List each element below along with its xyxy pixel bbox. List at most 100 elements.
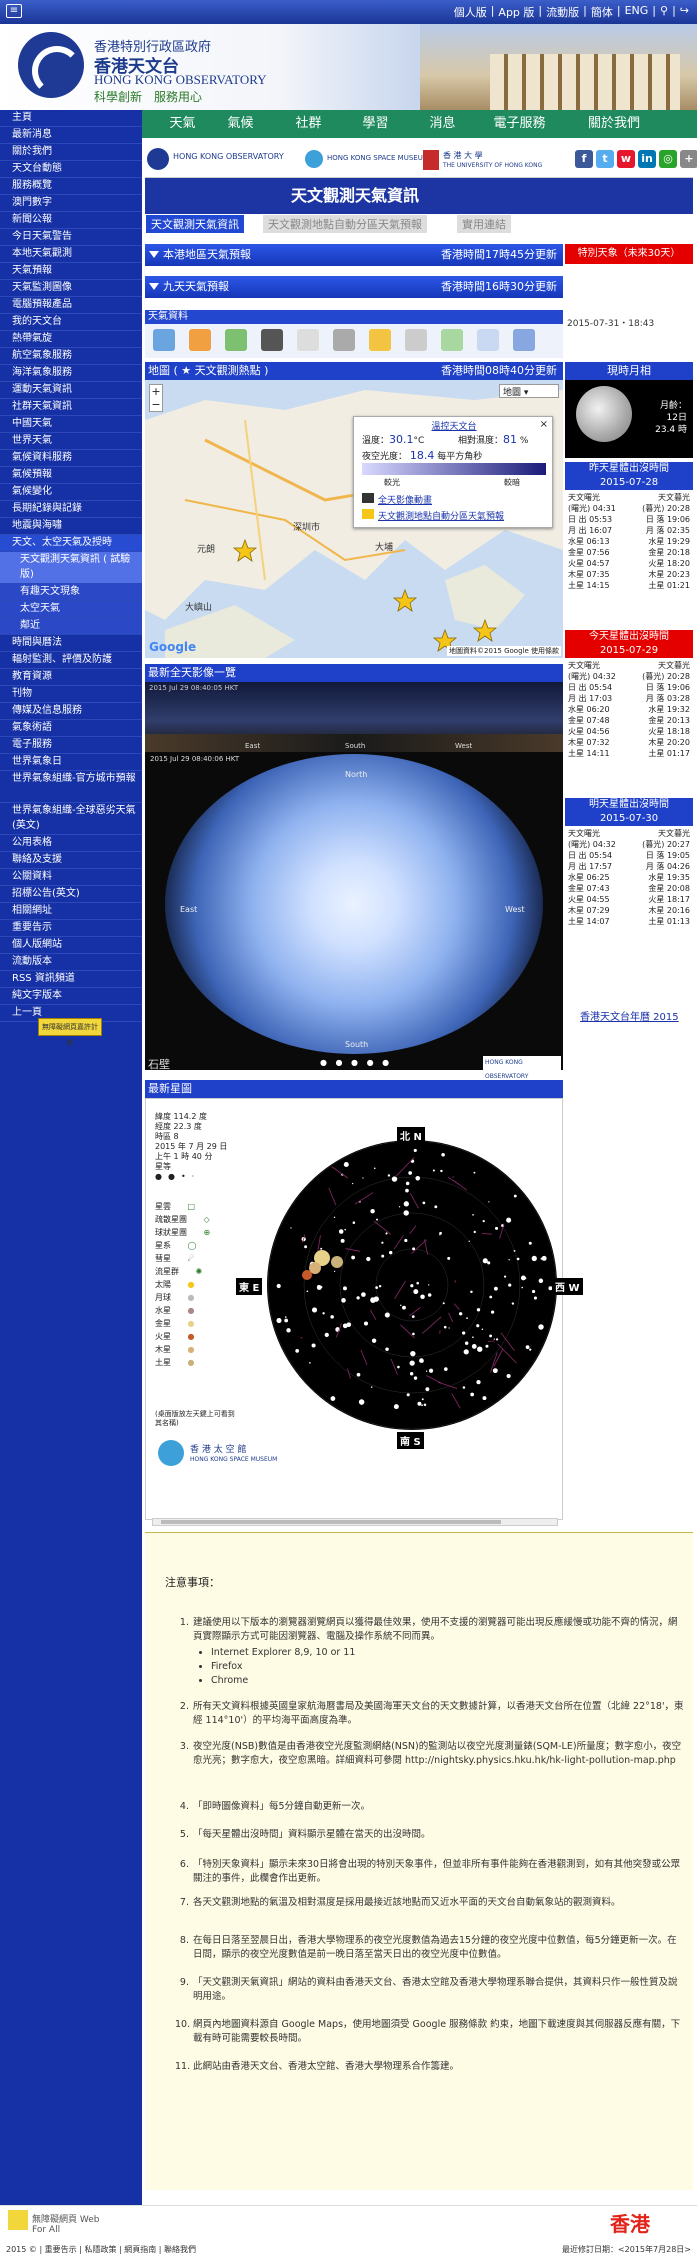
sidebar-item[interactable]: 天文台動態 — [0, 161, 142, 178]
nav-news[interactable]: 消息 — [410, 110, 475, 138]
allsky-panorama[interactable]: 2015 Jul 29 08:40:05 HKT East South West — [145, 682, 563, 752]
more-share-icon[interactable]: + — [680, 150, 697, 168]
sidebar-item[interactable]: 關於我們 — [0, 144, 142, 161]
sidebar-item[interactable]: 天文、太空天氣及授時 — [0, 535, 142, 552]
tide-icon[interactable] — [477, 329, 499, 351]
sidebar-item[interactable]: 電腦預報產品 — [0, 297, 142, 314]
sidebar-item[interactable]: 世界氣象日 — [0, 754, 142, 771]
menu-icon[interactable]: ≡ — [6, 4, 22, 18]
sidebar-item[interactable]: 氣候預報 — [0, 467, 142, 484]
map-type-dropdown[interactable]: 地圖 ▾ — [499, 384, 559, 398]
sidebar-item[interactable]: 世界氣象組織-全球惡劣天氣(英文) — [0, 803, 142, 835]
partner-space-museum[interactable]: HONG KONG SPACE MUSEUM — [327, 154, 429, 162]
weather-camera-icon[interactable] — [405, 329, 427, 351]
sidebar-item[interactable]: 重要告示 — [0, 920, 142, 937]
calendar-link[interactable]: 香港天文台年曆 2015 — [580, 1008, 679, 1023]
site-forecast-link[interactable]: 天文觀測地點自動分區天氣預報 — [378, 509, 504, 522]
nav-climate[interactable]: 氣候 — [208, 110, 273, 138]
sidebar-item[interactable]: 我的天文台 — [0, 314, 142, 331]
sidebar-item[interactable]: 航空氣象服務 — [0, 348, 142, 365]
sidebar-item[interactable]: 海洋氣象服務 — [0, 365, 142, 382]
zoom-control[interactable]: + − — [149, 384, 163, 412]
wechat-icon[interactable]: ◎ — [659, 150, 677, 168]
map-copyright[interactable]: 地圖資料©2015 Google 使用條款 — [447, 646, 561, 656]
sidebar-item[interactable]: 有趣天文現象 — [0, 584, 142, 601]
sidebar-item[interactable]: 傳媒及信息服務 — [0, 703, 142, 720]
link-personal[interactable]: 個人版 — [454, 4, 487, 20]
partner-hku[interactable]: 香 港 大 學 — [443, 150, 483, 161]
sidebar-item[interactable]: 天文觀測天氣資訊 ( 試驗版) — [0, 552, 142, 584]
sidebar-item[interactable]: 流動版本 — [0, 954, 142, 971]
sidebar-item[interactable]: 天氣監測圖像 — [0, 280, 142, 297]
tab-site-forecast[interactable]: 天文觀測地點自動分區天氣預報 — [262, 214, 428, 234]
sidebar-item[interactable]: 主頁 — [0, 110, 142, 127]
linkedin-icon[interactable]: in — [638, 150, 656, 168]
popup-title[interactable]: 溫控天文台 — [354, 419, 554, 432]
sidebar-item[interactable]: 氣象術語 — [0, 720, 142, 737]
sidebar-item[interactable]: 公用表格 — [0, 835, 142, 852]
sidebar-item[interactable]: 個人版網站 — [0, 937, 142, 954]
nav-weather[interactable]: 天氣 — [150, 110, 215, 138]
sidebar-item[interactable]: 天氣預報 — [0, 263, 142, 280]
sidebar-item[interactable]: 地震與海嘯 — [0, 518, 142, 535]
camera-icon[interactable] — [333, 329, 355, 351]
uv-icon[interactable] — [369, 329, 391, 351]
sidebar-item[interactable]: RSS 資訊頻道 — [0, 971, 142, 988]
share-icon[interactable]: ↪ — [680, 4, 689, 20]
sidebar-item[interactable]: 長期紀錄與記錄 — [0, 501, 142, 518]
sea-temp-icon[interactable] — [513, 329, 535, 351]
tab-astro-weather[interactable]: 天文觀測天氣資訊 — [145, 214, 245, 234]
sidebar-item[interactable]: 服務概覽 — [0, 178, 142, 195]
hko-logo[interactable] — [18, 32, 84, 98]
sidebar-item[interactable]: 輻射監測、評價及防護 — [0, 652, 142, 669]
sidebar-item[interactable]: 本地天氣觀測 — [0, 246, 142, 263]
nav-learning[interactable]: 學習 — [343, 110, 408, 138]
link-english[interactable]: ENG — [625, 4, 649, 20]
sidebar-item[interactable]: 招標公告(英文) — [0, 886, 142, 903]
sidebar-item[interactable]: 刊物 — [0, 686, 142, 703]
footer-links[interactable]: 2015 © | 重要告示 | 私隱政策 | 網頁指南 | 聯絡我們 — [6, 2244, 196, 2255]
lightning-icon[interactable] — [261, 329, 283, 351]
allsky-animation-link[interactable]: 全天影像動畫 — [378, 493, 432, 506]
sidebar-item[interactable]: 氣候資料服務 — [0, 450, 142, 467]
nav-community[interactable]: 社群 — [276, 110, 341, 138]
tab-useful-links[interactable]: 實用連結 — [456, 214, 512, 234]
sidebar-item[interactable]: 相關網址 — [0, 903, 142, 920]
sidebar-item[interactable]: 新聞公報 — [0, 212, 142, 229]
sidebar-item[interactable]: 世界天氣 — [0, 433, 142, 450]
sidebar-item[interactable]: 氣候變化 — [0, 484, 142, 501]
sidebar-item[interactable]: 時間與曆法 — [0, 635, 142, 652]
partner-hko[interactable]: HONG KONG OBSERVATORY — [173, 152, 284, 161]
sidebar-item[interactable]: 電子服務 — [0, 737, 142, 754]
sidebar-item[interactable]: 社群天氣資訊 — [0, 399, 142, 416]
sidebar-item[interactable]: 今日天氣警告 — [0, 229, 142, 246]
nav-about[interactable]: 關於我們 — [574, 110, 654, 138]
twitter-icon[interactable]: t — [596, 150, 614, 168]
local-forecast-bar[interactable]: 本港地區天氣預報 香港時間17時45分更新 — [145, 244, 563, 266]
starmap-scrollbar[interactable] — [152, 1518, 558, 1526]
sidebar-item[interactable]: 聯絡及支援 — [0, 852, 142, 869]
link-mobile[interactable]: 流動版 — [546, 4, 579, 20]
sidebar-item[interactable]: 澳門數字 — [0, 195, 142, 212]
sidebar-item[interactable]: 教育資源 — [0, 669, 142, 686]
search-icon[interactable]: ⚲ — [660, 4, 668, 20]
link-simplified[interactable]: 簡体 — [591, 4, 613, 20]
sidebar-item[interactable]: 最新消息 — [0, 127, 142, 144]
link-app[interactable]: App 版 — [498, 4, 534, 20]
sidebar-item[interactable]: 公關資料 — [0, 869, 142, 886]
temperature-map-icon[interactable] — [189, 329, 211, 351]
sidebar-item[interactable]: 世界氣象組織-官方城市預報 — [0, 771, 142, 803]
nav-eservices[interactable]: 電子服務 — [482, 110, 557, 138]
sidebar-item[interactable]: 運動天氣資訊 — [0, 382, 142, 399]
carousel-dots[interactable]: ● ● ● ● ● — [320, 1058, 392, 1067]
wind-icon[interactable] — [297, 329, 319, 351]
sidebar-item[interactable]: 太空天氣 — [0, 601, 142, 618]
satellite-icon[interactable] — [153, 329, 175, 351]
sidebar-item[interactable]: 純文字版本 — [0, 988, 142, 1005]
star-chart[interactable] — [267, 1140, 557, 1430]
sidebar-item[interactable]: 熱帶氣旋 — [0, 331, 142, 348]
visibility-icon[interactable] — [441, 329, 463, 351]
nine-day-forecast-bar[interactable]: 九天天氣預報 香港時間16時30分更新 — [145, 276, 563, 298]
web-for-all-badge[interactable]: 無障礙網頁嘉許計劃 — [38, 1018, 102, 1047]
weibo-icon[interactable]: w — [617, 150, 635, 168]
